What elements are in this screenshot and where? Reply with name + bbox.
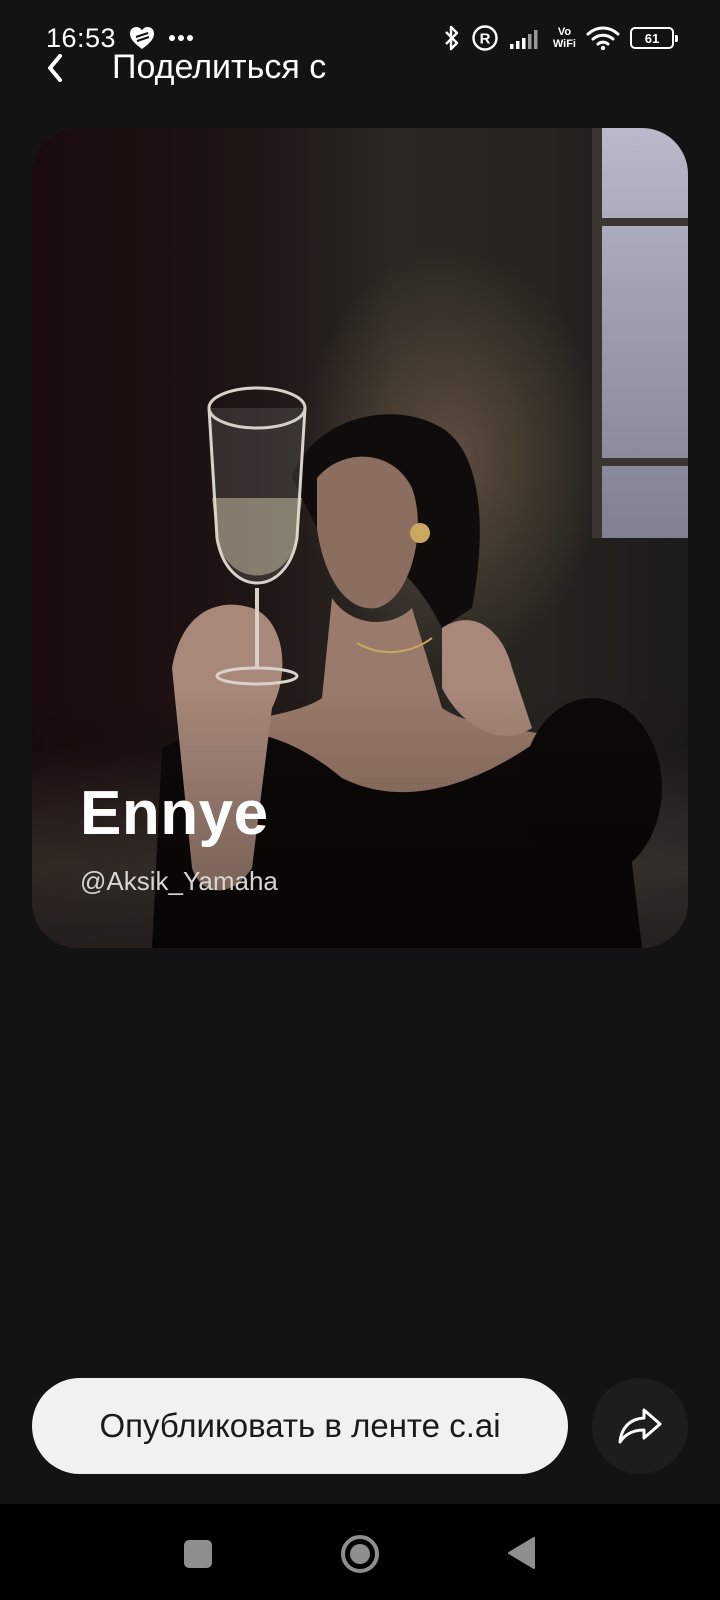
publish-feed-button[interactable]: Опубликовать в ленте c.ai [32,1378,568,1474]
share-screen: 16:53 R Vo WiFi 61 Поделиться с Ennye @A… [0,0,720,1600]
chevron-left-icon[interactable] [38,50,74,86]
share-arrow-icon [618,1408,662,1444]
home-circle-icon[interactable] [340,1534,380,1574]
back-triangle-icon[interactable] [506,1536,536,1570]
window-frame-bar [602,218,688,226]
page-title: Поделиться с [112,48,327,86]
share-button[interactable] [592,1378,688,1474]
navigation-bar [0,1504,720,1600]
character-name: Ennye [80,779,269,848]
header: Поделиться с [0,44,720,88]
vowifi-top: Vo [557,26,572,38]
character-card: Ennye @Aksik_Yamaha [32,128,688,948]
recents-square-icon[interactable] [184,1540,212,1568]
more-icon [169,35,194,41]
character-handle: @Aksik_Yamaha [80,866,278,896]
